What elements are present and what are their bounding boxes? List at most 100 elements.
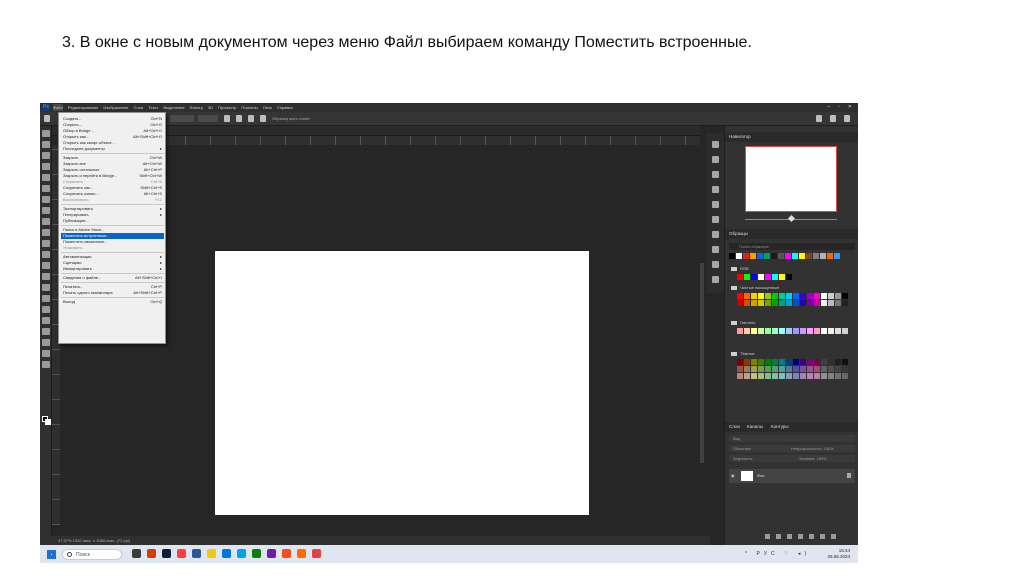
marquee-tool-icon[interactable] (41, 141, 50, 148)
visibility-eye-icon[interactable]: ◉ (731, 473, 735, 479)
background-color-swatch[interactable] (45, 419, 51, 425)
quick-select-tool-icon[interactable] (41, 163, 50, 170)
color-swatch[interactable] (744, 300, 750, 306)
properties-panel-icon[interactable] (711, 156, 719, 163)
tab-channels[interactable]: Каналы (747, 423, 763, 431)
color-swatch[interactable] (793, 359, 799, 365)
color-swatch[interactable] (751, 359, 757, 365)
color-swatch[interactable] (772, 293, 778, 299)
color-panel-icon[interactable] (711, 186, 719, 193)
blur-tool-icon[interactable] (41, 273, 50, 280)
vertical-scrollbar[interactable] (700, 263, 704, 463)
fx-icon[interactable] (776, 534, 781, 539)
option-field[interactable] (170, 115, 194, 122)
mask-icon[interactable] (787, 534, 792, 539)
color-swatch[interactable] (772, 359, 778, 365)
color-swatch[interactable] (765, 359, 771, 365)
color-swatch[interactable] (800, 366, 806, 372)
recent-swatch[interactable] (736, 253, 742, 259)
color-swatch[interactable] (828, 366, 834, 372)
color-swatch[interactable] (828, 373, 834, 379)
swatch-folder-dark[interactable]: Тёмные (731, 350, 755, 357)
color-swatch[interactable] (807, 373, 813, 379)
paths-panel-icon[interactable] (711, 231, 719, 238)
color-swatch[interactable] (744, 274, 750, 280)
color-swatch[interactable] (835, 293, 841, 299)
brush-icon[interactable] (224, 115, 230, 122)
tab-paths[interactable]: Контуры (771, 423, 789, 431)
taskbar-search[interactable]: Поиск (62, 549, 122, 560)
adjustments-panel-icon[interactable] (711, 171, 719, 178)
swatch-folder-pure[interactable]: Чистые насыщенные (731, 284, 779, 291)
healing-tool-icon[interactable] (41, 207, 50, 214)
minimize-button[interactable]: – (827, 104, 830, 111)
close-button[interactable]: ✕ (848, 104, 852, 111)
option-field[interactable] (198, 115, 218, 122)
taskbar-app-icon[interactable] (297, 549, 306, 558)
color-swatch[interactable] (772, 328, 778, 334)
sample-all-layers-option[interactable]: Образец всех слоёв (272, 115, 310, 122)
color-swatch[interactable] (821, 373, 827, 379)
color-swatch[interactable] (779, 366, 785, 372)
taskbar-app-icon[interactable] (252, 549, 261, 558)
recent-swatch[interactable] (771, 253, 777, 259)
color-swatch[interactable] (814, 300, 820, 306)
color-swatch[interactable] (772, 373, 778, 379)
color-swatch[interactable] (793, 328, 799, 334)
color-swatch[interactable] (800, 359, 806, 365)
menu-item[interactable]: Окно (263, 104, 272, 111)
file-menu-item[interactable]: Последние документы ▸ (61, 146, 164, 152)
link-icon[interactable] (765, 534, 770, 539)
color-swatch[interactable] (758, 274, 764, 280)
color-swatch[interactable] (807, 328, 813, 334)
taskbar-app-icon[interactable] (222, 549, 231, 558)
color-swatch[interactable] (765, 300, 771, 306)
taskbar-app-icon[interactable] (147, 549, 156, 558)
recent-swatch[interactable] (778, 253, 784, 259)
clock[interactable]: 15:44 26.06.2024 (827, 548, 850, 560)
new-layer-icon[interactable] (820, 534, 825, 539)
color-swatch[interactable] (842, 373, 848, 379)
file-menu-item[interactable]: Сведения о файле... Alt+Shift+Ctrl+I (61, 275, 164, 281)
color-swatch[interactable] (786, 366, 792, 372)
color-swatch[interactable] (800, 300, 806, 306)
color-swatch[interactable] (828, 359, 834, 365)
layers-filter[interactable]: Вид (729, 435, 855, 442)
menu-item[interactable]: Выделение (163, 104, 184, 111)
color-swatch[interactable] (779, 274, 785, 280)
dodge-tool-icon[interactable] (41, 284, 50, 291)
color-swatch[interactable] (842, 359, 848, 365)
path-select-tool-icon[interactable] (41, 317, 50, 324)
crop-tool-icon[interactable] (41, 174, 50, 181)
color-swatch[interactable] (765, 366, 771, 372)
color-swatch[interactable] (821, 300, 827, 306)
move-tool-icon[interactable] (41, 130, 50, 137)
recent-swatch[interactable] (743, 253, 749, 259)
color-swatch[interactable] (828, 300, 834, 306)
menu-item[interactable]: Текст (148, 104, 158, 111)
color-swatch[interactable] (779, 293, 785, 299)
color-swatch[interactable] (835, 300, 841, 306)
swatch-folder-pastel[interactable]: Пастель (731, 319, 755, 326)
tab-layers[interactable]: Слои (729, 423, 740, 431)
recent-swatch[interactable] (827, 253, 833, 259)
taskbar-app-icon[interactable] (207, 549, 216, 558)
color-swatch[interactable] (842, 293, 848, 299)
eraser-tool-icon[interactable] (41, 251, 50, 258)
recent-swatch[interactable] (750, 253, 756, 259)
stamp-tool-icon[interactable] (41, 229, 50, 236)
color-swatch[interactable] (842, 328, 848, 334)
file-menu-item[interactable]: Выход Ctrl+Q (61, 299, 164, 305)
recent-swatch[interactable] (834, 253, 840, 259)
file-menu-item[interactable]: Импортировать ▸ (61, 266, 164, 272)
taskbar-app-icon[interactable] (282, 549, 291, 558)
color-swatch[interactable] (765, 373, 771, 379)
menu-item[interactable]: Файл (53, 104, 63, 111)
color-swatch[interactable] (800, 328, 806, 334)
file-menu-item[interactable]: Публикация... (61, 218, 164, 224)
eyedropper-tool-icon[interactable] (41, 196, 50, 203)
color-swatch[interactable] (786, 373, 792, 379)
color-swatch[interactable] (779, 328, 785, 334)
menu-item[interactable]: Просмотр (218, 104, 236, 111)
color-swatch[interactable] (821, 359, 827, 365)
